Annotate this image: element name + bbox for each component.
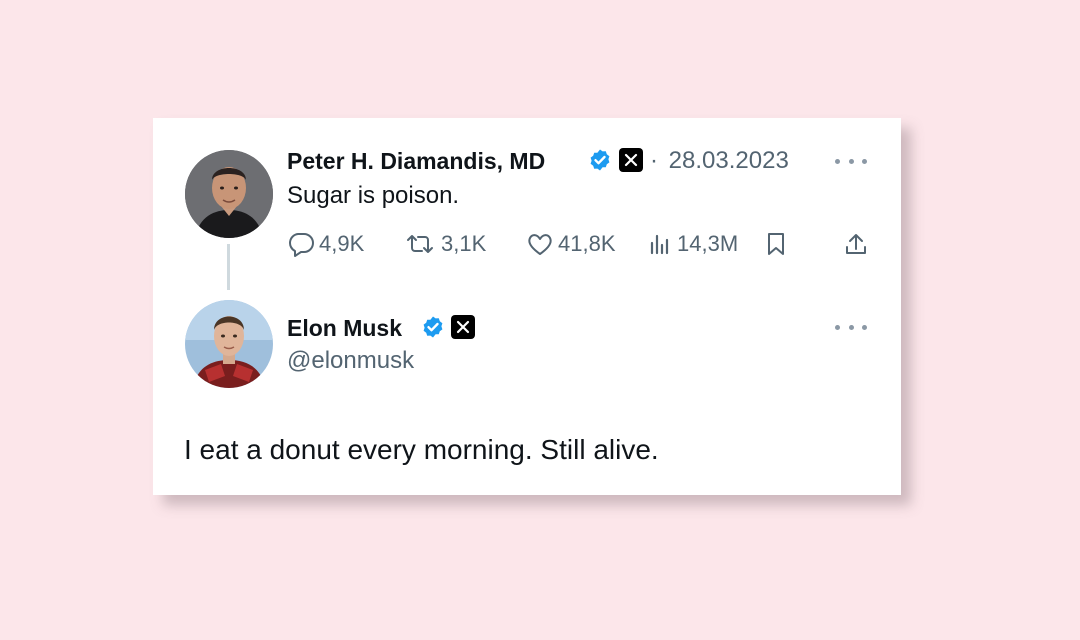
like-button[interactable]: 41,8K bbox=[526, 231, 616, 257]
x-logo-icon bbox=[619, 148, 643, 172]
x-logo-icon bbox=[451, 315, 475, 339]
more-icon[interactable] bbox=[835, 321, 867, 333]
share-button[interactable] bbox=[844, 231, 872, 257]
meta-separator: · bbox=[650, 147, 658, 174]
retweet-button[interactable]: 3,1K bbox=[403, 231, 486, 257]
reply-count: 4,9K bbox=[319, 231, 365, 256]
tweet-card: Peter H. Diamandis, MD · 28.03.2023 Suga… bbox=[153, 118, 901, 495]
views-icon bbox=[650, 234, 669, 255]
peter-diamandis-avatar[interactable] bbox=[185, 150, 273, 238]
verified-badge-icon bbox=[590, 149, 610, 171]
tweet-date[interactable]: 28.03.2023 bbox=[669, 147, 789, 174]
parent-author-name[interactable]: Peter H. Diamandis, MD bbox=[287, 148, 545, 175]
like-icon bbox=[528, 234, 552, 255]
thread-connector-line bbox=[227, 244, 230, 290]
like-count: 41,8K bbox=[558, 231, 616, 256]
reply-icon bbox=[289, 233, 314, 257]
retweet-count: 3,1K bbox=[441, 231, 487, 256]
bookmark-button[interactable] bbox=[765, 231, 791, 257]
reply-tweet-text: I eat a donut every morning. Still alive… bbox=[184, 434, 659, 465]
reply-author-handle[interactable]: @elonmusk bbox=[287, 347, 414, 375]
retweet-icon bbox=[407, 235, 433, 253]
views-button[interactable]: 14,3M bbox=[647, 231, 738, 257]
bookmark-icon bbox=[768, 233, 784, 255]
parent-tweet-text: Sugar is poison. bbox=[287, 182, 460, 209]
more-icon[interactable] bbox=[835, 155, 867, 167]
verified-badge-icon bbox=[423, 316, 443, 338]
elon-musk-avatar[interactable] bbox=[185, 300, 273, 388]
share-icon bbox=[846, 234, 866, 254]
reply-button[interactable]: 4,9K bbox=[287, 231, 364, 257]
reply-author-name[interactable]: Elon Musk bbox=[287, 315, 402, 342]
view-count: 14,3M bbox=[677, 231, 739, 256]
